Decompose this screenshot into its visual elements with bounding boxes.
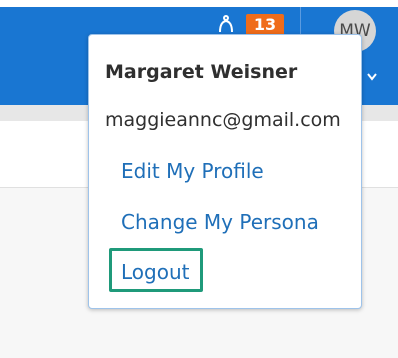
notification-badge[interactable]: 13 xyxy=(246,14,284,36)
edit-profile-link[interactable]: Edit My Profile xyxy=(121,159,264,183)
top-strip xyxy=(0,0,398,7)
bell-icon[interactable] xyxy=(216,14,236,34)
logout-link[interactable]: Logout xyxy=(121,260,189,284)
user-email: maggieannc@gmail.com xyxy=(105,109,341,131)
change-persona-link[interactable]: Change My Persona xyxy=(121,210,319,234)
app-window: 13 MW Margaret Weisner maggieannc@gmail.… xyxy=(0,0,398,358)
user-dropdown-menu: Margaret Weisner maggieannc@gmail.com Ed… xyxy=(88,34,362,309)
user-name: Margaret Weisner xyxy=(105,61,298,83)
chevron-down-icon[interactable] xyxy=(366,72,378,82)
